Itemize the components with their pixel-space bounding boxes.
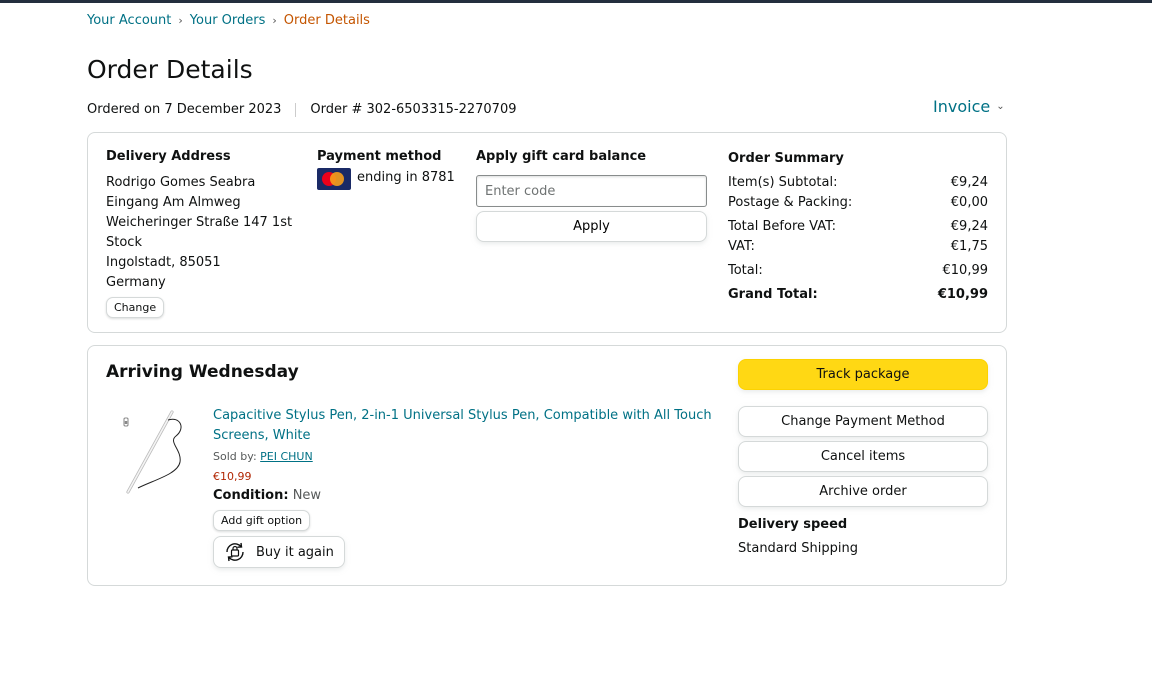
change-payment-method-button[interactable]: Change Payment Method xyxy=(738,406,988,437)
order-meta: Ordered on 7 December 2023 Order # 302-6… xyxy=(87,102,517,117)
meta-divider xyxy=(295,102,297,117)
breadcrumb: Your Account › Your Orders › Order Detai… xyxy=(87,13,370,28)
cancel-items-button[interactable]: Cancel items xyxy=(738,441,988,472)
card-ending: ending in 8781 xyxy=(357,170,455,185)
invoice-label: Invoice xyxy=(933,97,991,116)
top-bar xyxy=(0,0,1152,3)
summary-row: Total Before VAT: €9,24 xyxy=(728,219,988,234)
breadcrumb-separator: › xyxy=(178,14,183,27)
page-title: Order Details xyxy=(87,55,253,84)
chevron-down-icon: ⌄ xyxy=(996,101,1005,112)
delivery-address-title: Delivery Address xyxy=(106,149,231,164)
breadcrumb-current: Order Details xyxy=(283,13,370,28)
shipment-status: Arriving Wednesday xyxy=(106,362,299,382)
summary-row: Total: €10,99 xyxy=(728,263,988,278)
delivery-speed-title: Delivery speed xyxy=(738,517,848,532)
archive-order-button[interactable]: Archive order xyxy=(738,476,988,507)
invoice-dropdown[interactable]: Invoice ⌄ xyxy=(933,97,1005,116)
change-address-button[interactable]: Change xyxy=(106,297,165,318)
track-package-button[interactable]: Track package xyxy=(738,359,988,390)
gift-card-title: Apply gift card balance xyxy=(476,149,647,164)
apply-gift-button[interactable]: Apply xyxy=(476,211,707,242)
order-number: Order # 302-6503315-2270709 xyxy=(310,102,517,117)
product-price: €10,99 xyxy=(213,470,252,483)
product-condition: Condition: New xyxy=(213,488,322,503)
sold-by: Sold by: PEI CHUN xyxy=(213,450,313,463)
order-info-box: Delivery Address Rodrigo Gomes Seabra Ei… xyxy=(87,132,1007,333)
seller-link[interactable]: PEI CHUN xyxy=(260,450,313,463)
delivery-speed-value: Standard Shipping xyxy=(738,541,858,556)
grand-total-row: Grand Total: €10,99 xyxy=(728,287,988,302)
gift-code-input[interactable] xyxy=(476,175,707,207)
order-summary-title: Order Summary xyxy=(728,151,844,166)
breadcrumb-your-account[interactable]: Your Account xyxy=(87,13,171,28)
address-line: Weicheringer Straße 147 1st Stock xyxy=(106,215,293,250)
delivery-address: Rodrigo Gomes Seabra Eingang Am Almweg W… xyxy=(106,173,296,293)
buy-again-icon xyxy=(226,542,244,562)
summary-row: Item(s) Subtotal: €9,24 xyxy=(728,175,988,190)
buy-it-again-button[interactable]: Buy it again xyxy=(213,536,345,568)
ordered-on: Ordered on 7 December 2023 xyxy=(87,102,282,117)
address-line: Rodrigo Gomes Seabra xyxy=(106,175,256,190)
payment-method-title: Payment method xyxy=(317,149,442,164)
stylus-pen-icon[interactable] xyxy=(110,406,182,498)
summary-row: VAT: €1,75 xyxy=(728,239,988,254)
address-line: Eingang Am Almweg xyxy=(106,195,241,210)
address-line: Ingolstadt, 85051 xyxy=(106,255,221,270)
summary-row: Postage & Packing: €0,00 xyxy=(728,195,988,210)
order-summary: Order Summary Item(s) Subtotal: €9,24 Pos… xyxy=(728,149,988,305)
mastercard-icon xyxy=(317,168,351,190)
add-gift-option-button[interactable]: Add gift option xyxy=(213,510,311,531)
breadcrumb-your-orders[interactable]: Your Orders xyxy=(190,13,266,28)
product-title-link[interactable]: Capacitive Stylus Pen, 2-in-1 Universal … xyxy=(213,406,713,446)
breadcrumb-separator: › xyxy=(272,14,277,27)
address-line: Germany xyxy=(106,275,166,290)
shipment-box: Arriving Wednesday Capacitive Stylus Pen… xyxy=(87,345,1007,586)
